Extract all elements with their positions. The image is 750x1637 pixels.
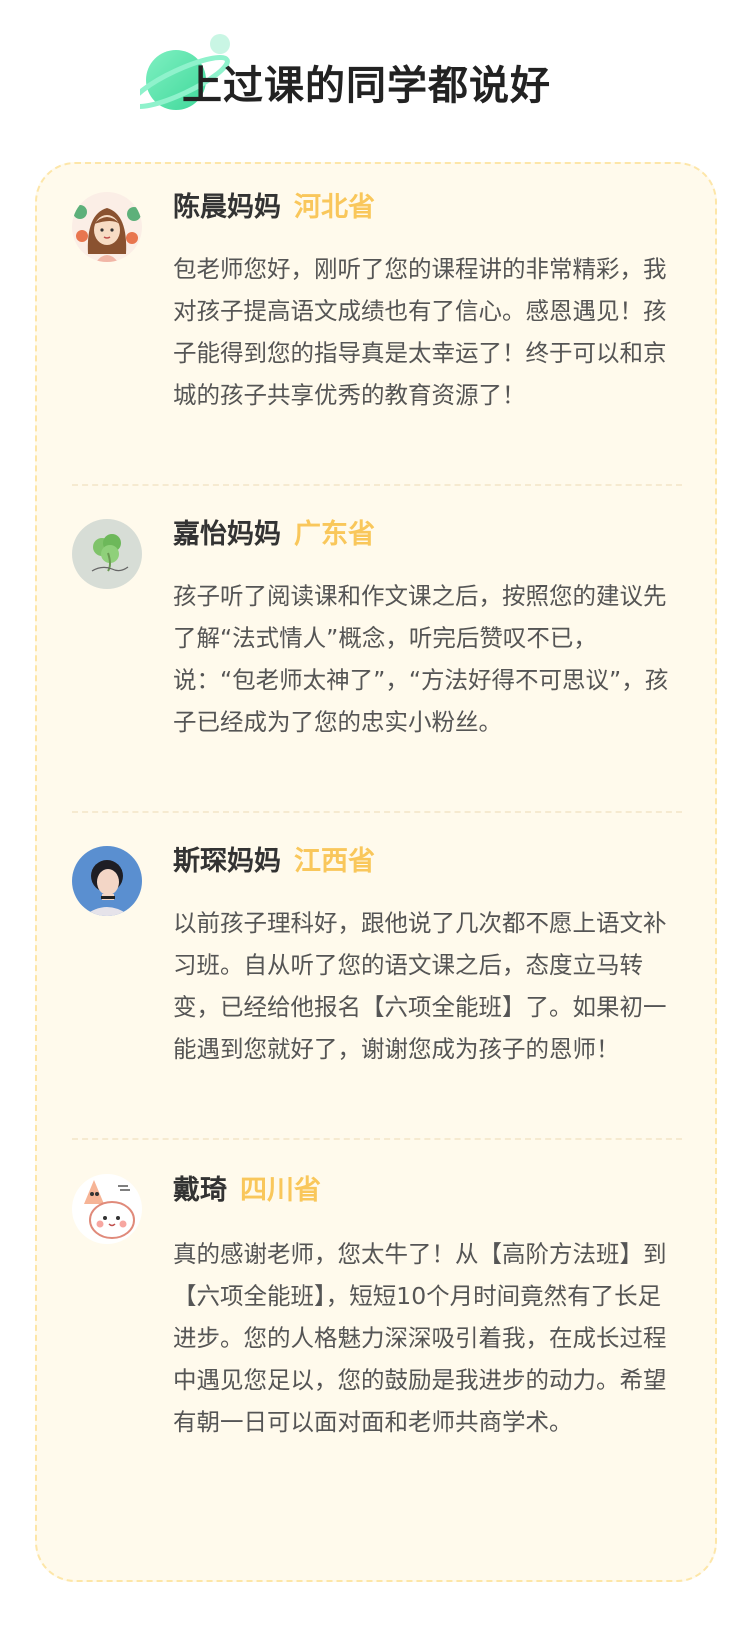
reviewer-name: 嘉怡妈妈 [173,519,281,550]
reviewer-province: 广东省 [294,519,375,550]
reviewer-province: 四川省 [240,1175,321,1206]
reviewer-province: 江西省 [294,846,375,877]
testimonials-card: 陈晨妈妈 河北省 包老师您好，刚听了您的课程讲的非常精彩，我对孩子提高语文成绩也… [35,162,717,1582]
divider [72,811,682,813]
review-text: 包老师您好，刚听了您的课程讲的非常精彩，我对孩子提高语文成绩也有了信心。感恩遇见… [173,255,667,409]
reviewer-name: 陈晨妈妈 [173,192,281,223]
header: 上过课的同学都说好 [0,0,750,140]
review-text: 以前孩子理科好，跟他说了几次都不愿上语文补习班。自从听了您的语文课之后，态度立马… [173,909,667,1063]
page-title: 上过课的同学都说好 [182,63,551,109]
reviewer-name: 斯琛妈妈 [173,846,281,877]
woman-photo-avatar-icon [72,846,142,916]
cartoon-characters-avatar-icon [72,1174,142,1244]
reviewer-name: 戴琦 [173,1175,227,1206]
clover-avatar-icon [72,519,142,589]
review-text: 真的感谢老师，您太牛了！从【高阶方法班】到【六项全能班】，短短10个月时间竟然有… [173,1240,667,1436]
review-text: 孩子听了阅读课和作文课之后，按照您的建议先了解“法式情人”概念，听完后赞叹不已，… [173,582,669,736]
cartoon-girl-avatar-icon [72,192,142,262]
divider [72,1138,682,1140]
reviewer-province: 河北省 [294,192,375,223]
divider [72,484,682,486]
